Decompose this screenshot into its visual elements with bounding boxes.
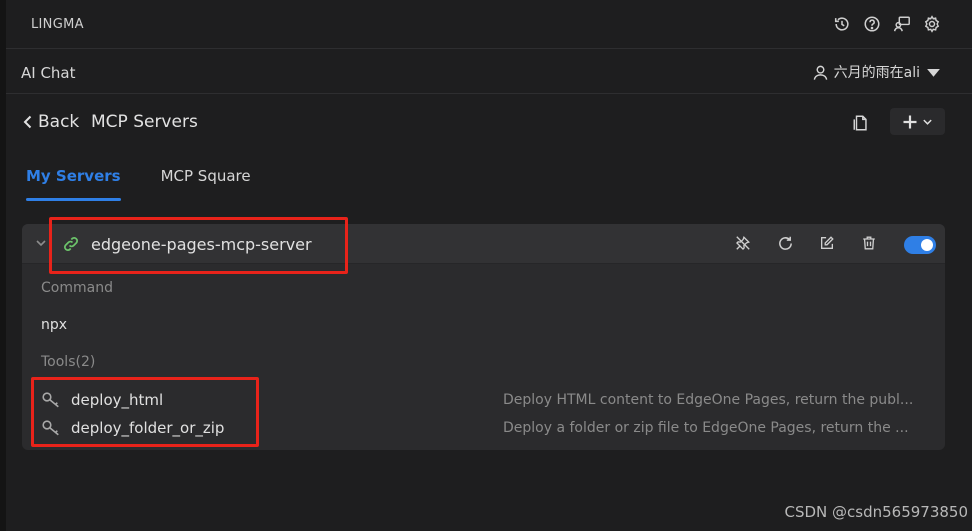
tool-name: deploy_folder_or_zip [71, 419, 225, 437]
tool-item[interactable]: deploy_html Deploy HTML content to EdgeO… [41, 389, 931, 411]
app-title: LINGMA [31, 17, 84, 32]
server-actions [734, 234, 878, 252]
tools-label: Tools(2) [41, 354, 96, 370]
tool-description: Deploy HTML content to EdgeOne Pages, re… [503, 392, 914, 408]
sub-bar: AI Chat 六月的雨在ali [6, 49, 972, 94]
chat-title: AI Chat [21, 64, 76, 82]
refresh-icon[interactable] [776, 234, 794, 252]
history-icon[interactable] [832, 14, 852, 34]
command-label: Command [41, 280, 113, 296]
server-enabled-toggle[interactable] [904, 236, 936, 254]
delete-icon[interactable] [860, 234, 878, 252]
tab-mcp-square[interactable]: MCP Square [161, 165, 251, 201]
back-label: Back [38, 112, 80, 132]
feedback-icon[interactable] [892, 14, 912, 34]
pin-icon[interactable] [734, 234, 752, 252]
add-server-button[interactable] [890, 108, 945, 135]
toggle-knob [921, 239, 933, 251]
chevron-down-icon[interactable] [34, 236, 48, 250]
page-header: Back MCP Servers [22, 108, 946, 138]
page-title: MCP Servers [91, 112, 198, 132]
chevron-left-icon [23, 115, 32, 129]
chevron-down-icon [923, 119, 932, 125]
user-name: 六月的雨在ali [833, 65, 920, 81]
server-card: edgeone-pages-mcp-server Command npx Too… [22, 224, 945, 450]
tool-description: Deploy a folder or zip file to EdgeOne P… [503, 420, 909, 436]
tab-my-servers[interactable]: My Servers [26, 165, 121, 201]
top-icons [832, 14, 942, 34]
caret-down-icon [927, 68, 940, 77]
gear-icon[interactable] [922, 14, 942, 34]
plus-icon [903, 115, 917, 128]
command-value: npx [41, 317, 68, 333]
tool-name: deploy_html [71, 391, 164, 409]
server-name: edgeone-pages-mcp-server [91, 235, 312, 254]
config-file-icon[interactable] [850, 112, 872, 134]
back-button[interactable]: Back [22, 112, 79, 132]
tab-bar: My Servers MCP Square [26, 165, 251, 201]
link-icon [64, 237, 78, 251]
top-bar: LINGMA [6, 0, 972, 49]
server-card-header[interactable]: edgeone-pages-mcp-server [22, 224, 945, 264]
wrench-icon [42, 392, 59, 408]
help-icon[interactable] [862, 14, 882, 34]
user-icon [813, 65, 827, 80]
tool-item[interactable]: deploy_folder_or_zip Deploy a folder or … [41, 417, 931, 439]
user-menu[interactable]: 六月的雨在ali [812, 62, 942, 82]
wrench-icon [42, 420, 59, 436]
edit-icon[interactable] [818, 234, 836, 252]
watermark: CSDN @csdn565973850 [784, 503, 968, 521]
